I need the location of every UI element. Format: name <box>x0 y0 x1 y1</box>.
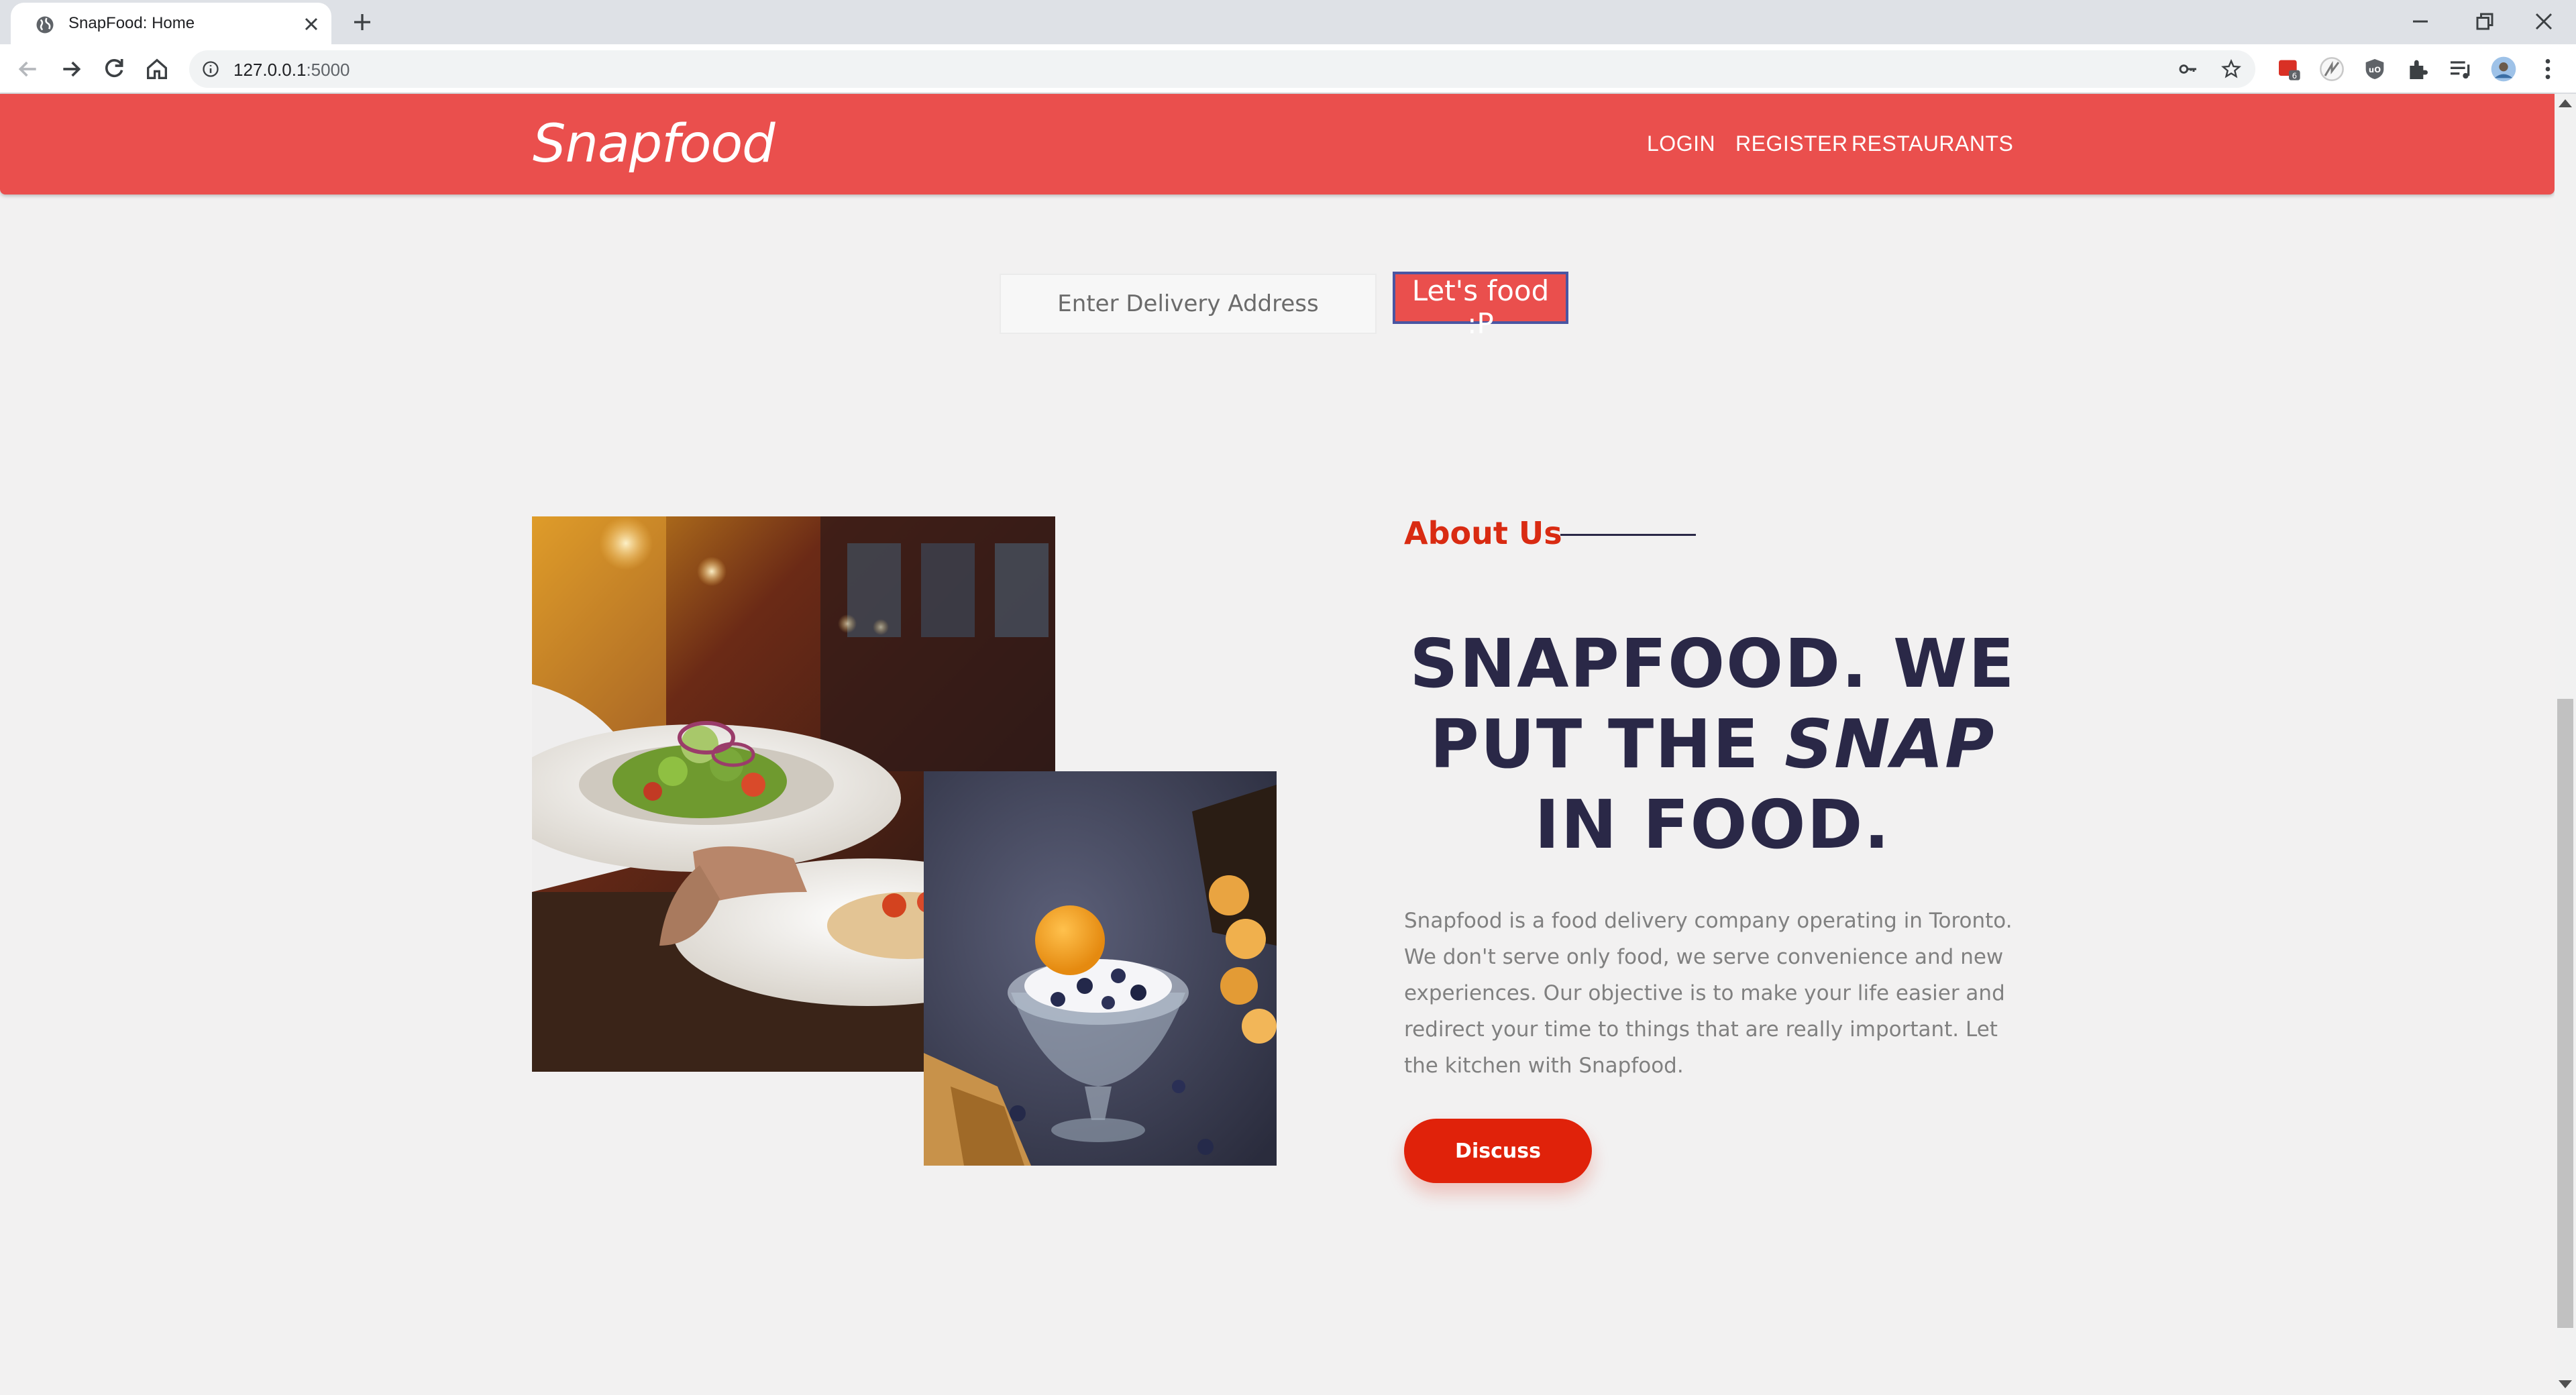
url-port: :5000 <box>306 60 350 80</box>
about-headline: SNAPFOOD. WE PUT THE SNAP IN FOOD. <box>1404 624 2021 865</box>
forward-icon[interactable] <box>58 56 85 82</box>
delivery-address-input[interactable] <box>1000 274 1377 334</box>
restore-icon[interactable] <box>2470 7 2500 36</box>
star-icon[interactable] <box>2220 58 2242 80</box>
nav-register[interactable]: REGISTER <box>1735 131 1848 156</box>
back-icon[interactable] <box>15 56 42 82</box>
url-host: 127.0.0.1 <box>233 60 307 80</box>
nav-restaurants[interactable]: RESTAURANTS <box>1851 131 2013 156</box>
headline-emphasis: SNAP <box>1784 705 1996 783</box>
about-us-label: About Us <box>1404 515 1562 551</box>
about-divider-line <box>1560 534 1696 536</box>
ublock-icon[interactable]: uO <box>2361 56 2388 82</box>
scrollbar-thumb[interactable] <box>2557 699 2573 1328</box>
headline-part2: IN FOOD. <box>1534 785 1891 864</box>
browser-tab-bar: SnapFood: Home <box>0 0 2576 44</box>
nav-login[interactable]: LOGIN <box>1647 131 1715 156</box>
profile-avatar-icon[interactable] <box>2490 56 2517 82</box>
reload-icon[interactable] <box>101 56 127 82</box>
discuss-button[interactable]: Discuss <box>1404 1119 1592 1183</box>
browser-toolbar: 127.0.0.1:5000 6 uO <box>0 44 2576 94</box>
site-navbar: Snapfood LOGIN REGISTER RESTAURANTS <box>0 94 2555 194</box>
home-icon[interactable] <box>144 56 170 82</box>
browser-tab[interactable]: SnapFood: Home <box>11 3 331 44</box>
key-icon[interactable] <box>2178 58 2199 80</box>
scroll-down-arrow[interactable] <box>2559 1380 2572 1388</box>
media-queue-icon[interactable] <box>2447 56 2474 82</box>
extension-badge-icon[interactable]: 6 <box>2275 56 2302 82</box>
address-bar[interactable]: 127.0.0.1:5000 <box>189 50 2255 88</box>
dessert-photo <box>924 771 1277 1166</box>
lets-food-button[interactable]: Let's food :P <box>1393 272 1568 340</box>
tab-title: SnapFood: Home <box>68 14 195 32</box>
close-tab-icon[interactable] <box>301 13 322 35</box>
url-text: 127.0.0.1:5000 <box>233 60 350 80</box>
menu-kebab-icon[interactable] <box>2534 56 2561 82</box>
speed-extension-icon[interactable] <box>2318 56 2345 82</box>
close-window-icon[interactable] <box>2529 7 2559 36</box>
brand-logo[interactable]: Snapfood <box>533 114 775 174</box>
globe-icon <box>36 16 54 34</box>
scroll-up-arrow[interactable] <box>2559 99 2572 107</box>
site-info-icon[interactable] <box>201 60 220 78</box>
svg-text:6: 6 <box>2292 71 2297 80</box>
new-tab-icon[interactable] <box>350 10 374 34</box>
about-description: Snapfood is a food delivery company oper… <box>1404 909 2012 1078</box>
extensions-puzzle-icon[interactable] <box>2404 56 2431 82</box>
minimize-icon[interactable] <box>2406 7 2435 36</box>
svg-text:uO: uO <box>2369 65 2381 74</box>
